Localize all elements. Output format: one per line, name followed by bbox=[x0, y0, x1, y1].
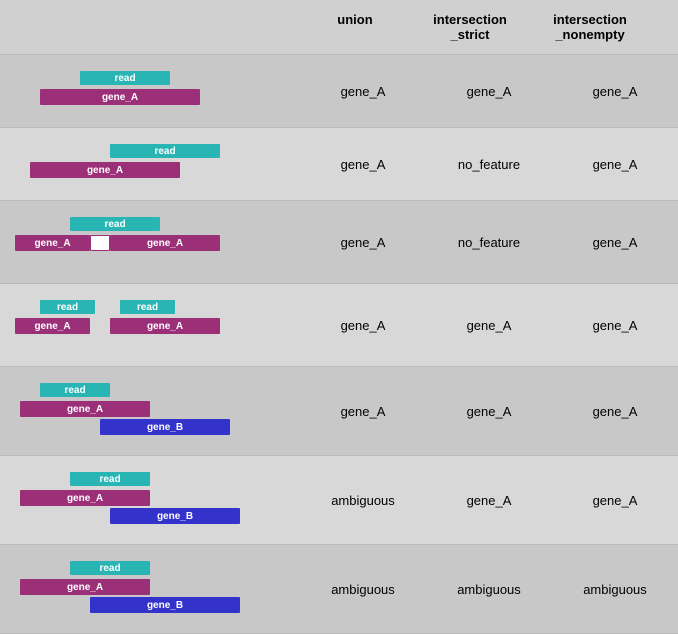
visual-r2: read gene_A bbox=[0, 138, 300, 190]
table-row: read gene_A gene_A no_feature gene_A bbox=[0, 128, 678, 201]
geneA-bar: gene_A bbox=[30, 162, 180, 178]
val-strict-7: ambiguous bbox=[426, 578, 552, 601]
val-nonempty-3: gene_A bbox=[552, 231, 678, 254]
val-union-2: gene_A bbox=[300, 153, 426, 176]
read-bar: read bbox=[70, 217, 160, 231]
val-nonempty-1: gene_A bbox=[552, 80, 678, 103]
val-strict-6: gene_A bbox=[426, 489, 552, 512]
val-nonempty-6: gene_A bbox=[552, 489, 678, 512]
geneA-bar-right: gene_A bbox=[110, 318, 220, 334]
geneA-bar-left: gene_A bbox=[15, 318, 90, 334]
geneA-bar-left: gene_A bbox=[15, 235, 90, 251]
gap-bar bbox=[90, 235, 110, 251]
val-union-3: gene_A bbox=[300, 231, 426, 254]
header-strict: intersection_strict bbox=[410, 8, 530, 46]
main-table: union intersection_strict intersection_n… bbox=[0, 0, 678, 634]
val-nonempty-7: ambiguous bbox=[552, 578, 678, 601]
table-row: read gene_A gene_B ambiguous ambiguous a… bbox=[0, 545, 678, 634]
val-union-5: gene_A bbox=[300, 400, 426, 423]
geneB-bar: gene_B bbox=[90, 597, 240, 613]
geneB-bar: gene_B bbox=[100, 419, 230, 435]
read-bar: read bbox=[110, 144, 220, 158]
val-union-7: ambiguous bbox=[300, 578, 426, 601]
read-bar-left: read bbox=[40, 300, 95, 314]
table-row: read gene_A gene_B ambiguous gene_A gene… bbox=[0, 456, 678, 545]
table-header: union intersection_strict intersection_n… bbox=[0, 0, 678, 55]
table-row: read gene_A gene_B gene_A gene_A gene_A bbox=[0, 367, 678, 456]
val-strict-5: gene_A bbox=[426, 400, 552, 423]
val-union-1: gene_A bbox=[300, 80, 426, 103]
visual-r5: read gene_A gene_B bbox=[0, 377, 300, 445]
header-nonempty: intersection_nonempty bbox=[530, 8, 650, 46]
visual-r6: read gene_A gene_B bbox=[0, 466, 300, 534]
val-nonempty-5: gene_A bbox=[552, 400, 678, 423]
val-union-4: gene_A bbox=[300, 314, 426, 337]
geneA-bar: gene_A bbox=[20, 579, 150, 595]
val-union-6: ambiguous bbox=[300, 489, 426, 512]
val-strict-3: no_feature bbox=[426, 231, 552, 254]
visual-r7: read gene_A gene_B bbox=[0, 555, 300, 623]
val-nonempty-2: gene_A bbox=[552, 153, 678, 176]
read-bar: read bbox=[70, 561, 150, 575]
val-nonempty-4: gene_A bbox=[552, 314, 678, 337]
visual-r3: read gene_A gene_A bbox=[0, 211, 300, 273]
visual-r4: read read gene_A gene_A bbox=[0, 294, 300, 356]
table-row: read gene_A gene_A gene_A gene_A bbox=[0, 55, 678, 128]
geneA-bar: gene_A bbox=[40, 89, 200, 105]
header-visual bbox=[0, 8, 300, 46]
visual-r1: read gene_A bbox=[0, 65, 300, 117]
val-strict-1: gene_A bbox=[426, 80, 552, 103]
read-bar: read bbox=[80, 71, 170, 85]
geneB-bar: gene_B bbox=[110, 508, 240, 524]
header-union: union bbox=[300, 8, 410, 46]
val-strict-2: no_feature bbox=[426, 153, 552, 176]
val-strict-4: gene_A bbox=[426, 314, 552, 337]
table-row: read read gene_A gene_A gene_A gene_A ge… bbox=[0, 284, 678, 367]
geneA-bar-right: gene_A bbox=[110, 235, 220, 251]
geneA-bar: gene_A bbox=[20, 490, 150, 506]
read-bar: read bbox=[40, 383, 110, 397]
read-bar: read bbox=[70, 472, 150, 486]
table-row: read gene_A gene_A gene_A no_feature gen… bbox=[0, 201, 678, 284]
read-bar-right: read bbox=[120, 300, 175, 314]
geneA-bar: gene_A bbox=[20, 401, 150, 417]
